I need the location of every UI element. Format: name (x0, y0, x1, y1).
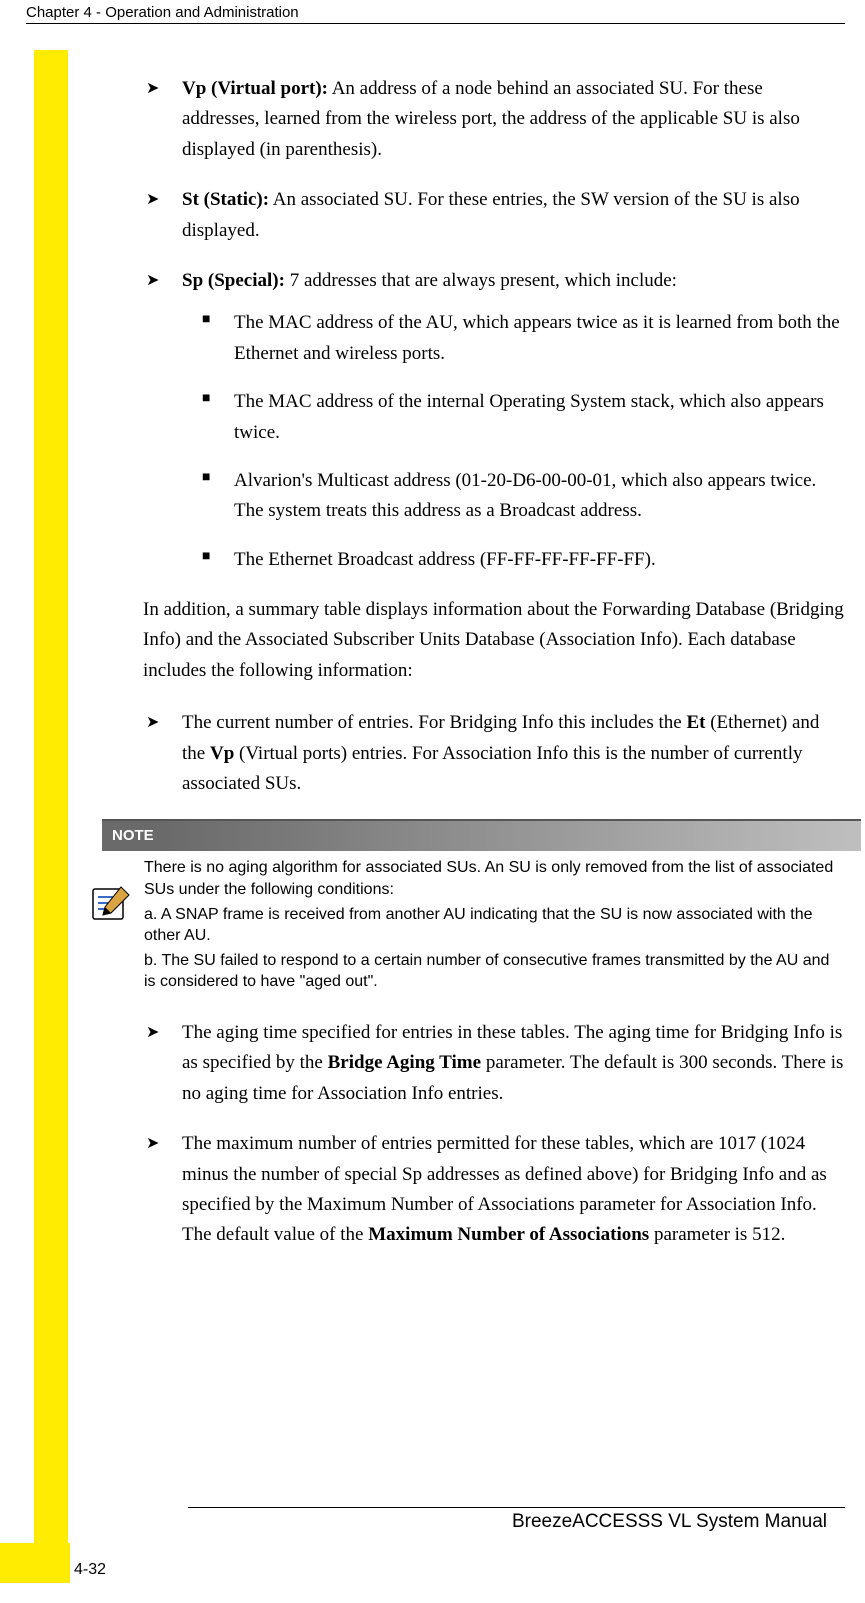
bullet-group-2: The current number of entries. For Bridg… (128, 708, 845, 799)
list-item: St (Static): An associated SU. For these… (128, 185, 845, 246)
list-item: Alvarion's Multicast address (01-20-D6-0… (182, 466, 845, 527)
page: Chapter 4 - Operation and Administration… (0, 0, 865, 1603)
page-footer: BreezeACCESSS VL System Manual 4-32 (0, 1507, 865, 1583)
header-left: Chapter 4 - Operation and Administration (26, 4, 299, 21)
nested-group: The MAC address of the AU, which appears… (182, 308, 845, 575)
item-text: The Ethernet Broadcast address (FF-FF-FF… (234, 549, 656, 570)
item-text: The MAC address of the internal Operatin… (234, 391, 824, 442)
item-text: Alvarion's Multicast address (01-20-D6-0… (234, 470, 816, 521)
item-text: 7 addresses that are always present, whi… (285, 270, 677, 291)
bold-inline: Et (686, 712, 705, 733)
footer-rule (188, 1507, 845, 1508)
note-line: b. The SU failed to respond to a certain… (144, 950, 845, 993)
bullet-group-3: The aging time specified for entries in … (128, 1018, 845, 1251)
item-text-part: (Virtual ports) entries. For Association… (182, 743, 802, 794)
bold-inline: Bridge Aging Time (328, 1052, 481, 1073)
item-text: An associated SU. For these entries, the… (182, 189, 800, 240)
list-item: Sp (Special): 7 addresses that are alway… (128, 266, 845, 575)
note-line: There is no aging algorithm for associat… (144, 857, 845, 900)
note-text: There is no aging algorithm for associat… (134, 857, 845, 996)
item-text: The MAC address of the AU, which appears… (234, 312, 840, 363)
bullet-group-1: Vp (Virtual port): An address of a node … (128, 74, 845, 575)
list-item: The Ethernet Broadcast address (FF-FF-FF… (182, 545, 845, 575)
bold-label: Sp (Special): (182, 270, 285, 291)
list-item: The aging time specified for entries in … (128, 1018, 845, 1109)
note-body: There is no aging algorithm for associat… (86, 857, 845, 996)
item-text-part: parameter is 512. (649, 1224, 785, 1245)
bold-label: St (Static): (182, 189, 269, 210)
note-label: NOTE (102, 819, 861, 851)
note-icon (86, 883, 134, 925)
item-text-part: The current number of entries. For Bridg… (182, 712, 686, 733)
list-item: The MAC address of the internal Operatin… (182, 387, 845, 448)
page-header: Chapter 4 - Operation and Administration (26, 0, 845, 24)
bold-inline: Maximum Number of Associations (368, 1224, 649, 1245)
manual-title: BreezeACCESSS VL System Manual (512, 1511, 827, 1533)
yellow-corner-block (0, 1543, 70, 1583)
content-area: Vp (Virtual port): An address of a node … (0, 24, 865, 1251)
note-line: a. A SNAP frame is received from another… (144, 904, 845, 947)
list-item: Vp (Virtual port): An address of a node … (128, 74, 845, 165)
left-yellow-strip (34, 50, 68, 1543)
page-number: 4-32 (70, 1557, 114, 1589)
summary-paragraph: In addition, a summary table displays in… (143, 595, 845, 686)
list-item: The maximum number of entries permitted … (128, 1129, 845, 1251)
bold-inline: Vp (210, 743, 234, 764)
list-item: The current number of entries. For Bridg… (128, 708, 845, 799)
list-item: The MAC address of the AU, which appears… (182, 308, 845, 369)
bold-label: Vp (Virtual port): (182, 78, 328, 99)
note-block: NOTE There is no aging algorithm for ass… (86, 819, 845, 996)
footer-left-block: 4-32 (0, 1543, 865, 1583)
